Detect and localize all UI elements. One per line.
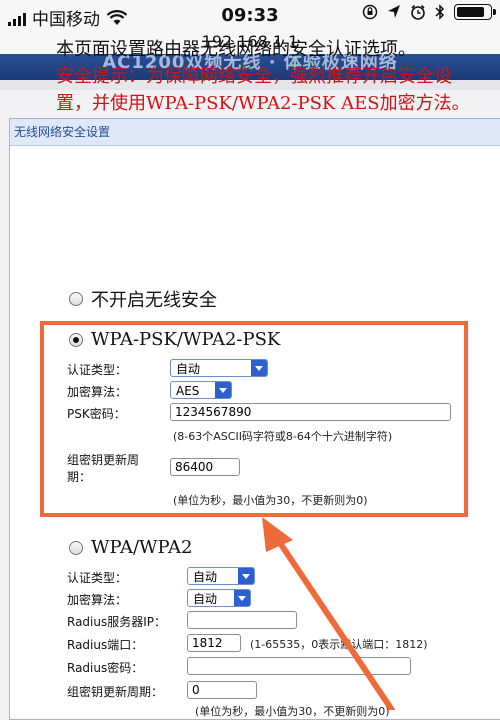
annotation-arrow — [262, 517, 395, 710]
